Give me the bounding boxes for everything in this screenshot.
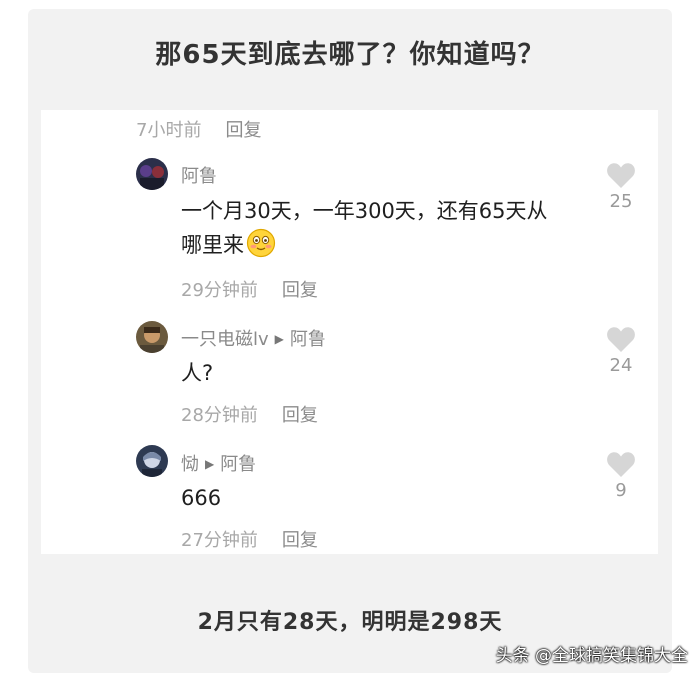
comment-meta: 27分钟前 回复 [181,526,318,552]
comment-time: 7小时前 [136,120,202,141]
comment-time: 27分钟前 [181,530,258,551]
reply-to-username[interactable]: 阿鲁 [220,454,256,475]
reply-button[interactable]: 回复 [282,405,318,426]
heart-icon [607,163,635,188]
like-count: 24 [609,355,633,376]
comment-time: 29分钟前 [181,280,258,301]
avatar[interactable] [136,158,168,190]
post-title: 那65天到底去哪了？你知道吗？ [155,40,545,70]
play-arrow-icon: ▶ [274,332,284,346]
post-caption: 2月只有28天，明明是298天 [197,610,503,635]
previous-comment-meta: 7小时前 回复 [136,116,261,142]
reply-to-username[interactable]: 阿鲁 [290,329,326,350]
comment-username-line: 恸 ▶ 阿鲁 [181,450,256,476]
like-count: 25 [609,191,633,212]
comment-text: 一个月30天，一年300天，还有65天从 哪里来 [181,194,601,262]
comment-username[interactable]: 阿鲁 [181,162,217,188]
blushing-smile-emoji-icon [246,228,276,258]
comment-text-line1: 一个月30天，一年300天，还有65天从 [181,199,548,223]
play-arrow-icon: ▶ [205,457,215,471]
comment-panel: 7小时前 回复 阿鲁 一个月30天，一年300天，还有65天从 哪里来 29分钟… [41,110,658,554]
like-button[interactable]: 9 [601,451,641,501]
avatar[interactable] [136,321,168,353]
reply-button[interactable]: 回复 [282,280,318,301]
watermark: 头条 @全球搞笑集锦大全 [495,646,688,666]
comment-meta: 29分钟前 回复 [181,276,318,302]
comment-username[interactable]: 恸 [181,454,199,475]
reply-button[interactable]: 回复 [225,120,261,141]
comment-text: 人? [181,361,214,385]
comment-meta: 28分钟前 回复 [181,401,318,427]
heart-icon [607,327,635,352]
comment-username[interactable]: 一只电磁lv [181,329,269,350]
reply-button[interactable]: 回复 [282,530,318,551]
comment-username-line: 一只电磁lv ▶ 阿鲁 [181,325,326,351]
comment-time: 28分钟前 [181,405,258,426]
comment-text: 666 [181,486,222,510]
like-button[interactable]: 25 [601,162,641,212]
like-button[interactable]: 24 [601,326,641,376]
comment-text-line2: 哪里来 [181,233,244,257]
avatar[interactable] [136,445,168,477]
like-count: 9 [615,480,627,501]
heart-icon [607,452,635,477]
